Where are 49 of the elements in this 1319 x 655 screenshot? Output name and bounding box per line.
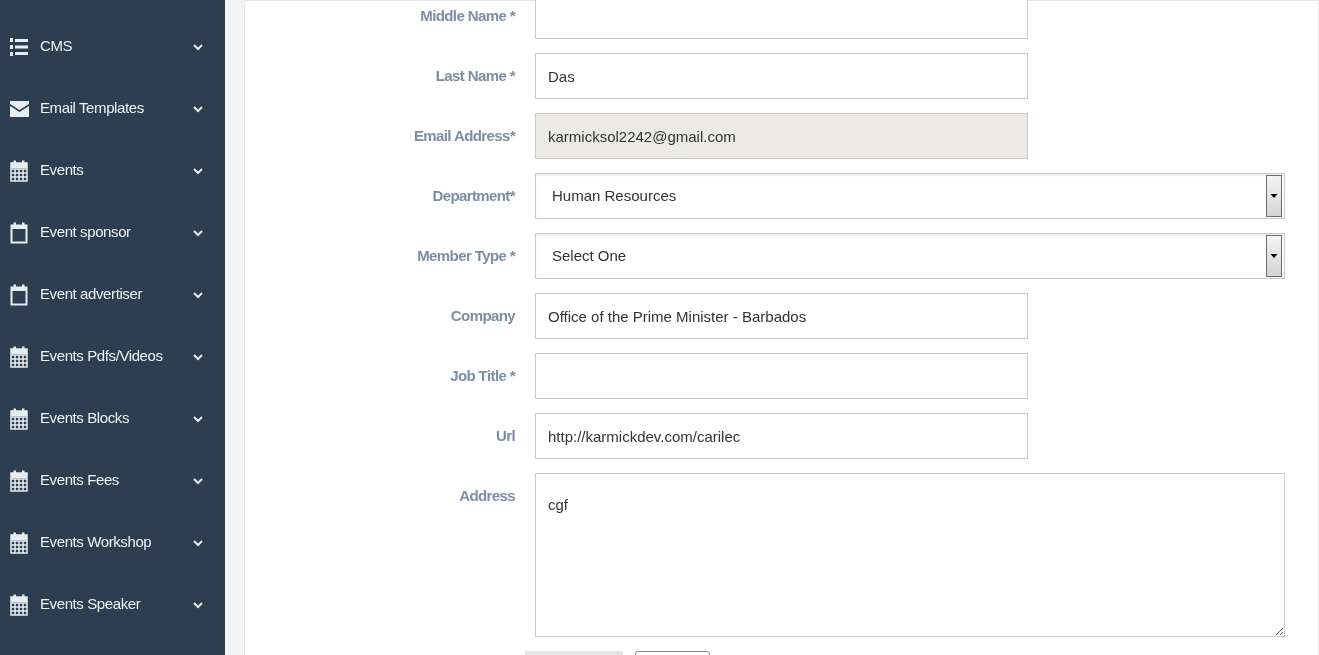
sidebar-item[interactable]: Events Blocks: [0, 388, 225, 450]
dropdown-field[interactable]: Human Resources: [535, 173, 1285, 219]
field-label: Member Type *: [416, 245, 515, 266]
chevron-down-icon: [193, 229, 203, 237]
field-label: Middle Name *: [419, 5, 515, 26]
address-textarea[interactable]: cgf: [535, 473, 1285, 637]
calendar-icon: [10, 222, 28, 244]
field-label: Job Title *: [449, 365, 515, 386]
field-label: Url: [494, 425, 515, 446]
sidebar-item[interactable]: Events Speaker: [0, 574, 225, 636]
calendar-icon: [10, 408, 28, 430]
sidebar-item[interactable]: Events Fees: [0, 450, 225, 512]
numbered-list-icon: [10, 37, 28, 57]
field-label: Company: [449, 305, 515, 326]
dropdown-caret-icon[interactable]: [1266, 235, 1282, 277]
sidebar-item[interactable]: Event sponsor: [0, 202, 225, 264]
text-field[interactable]: [535, 0, 1028, 39]
field-label: Email Address*: [412, 125, 515, 146]
envelope-icon: [10, 101, 29, 117]
sidebar-item[interactable]: Email Templates: [0, 78, 225, 140]
sidebar-item[interactable]: Events: [0, 140, 225, 202]
sidebar-item[interactable]: Event advertiser: [0, 264, 225, 326]
calendar-icon: [10, 532, 28, 554]
chevron-down-icon: [193, 105, 203, 113]
field-label: Address: [458, 486, 515, 506]
chevron-down-icon: [193, 353, 203, 361]
text-field[interactable]: [535, 353, 1028, 399]
dropdown-field[interactable]: Select One: [535, 233, 1285, 279]
chevron-down-icon: [193, 167, 203, 175]
field-label: Department*: [431, 185, 515, 206]
text-field[interactable]: Office of the Prime Minister - Barbados: [535, 293, 1028, 339]
chevron-down-icon: [193, 601, 203, 609]
calendar-icon: [10, 470, 28, 492]
chevron-down-icon: [193, 291, 203, 299]
calendar-icon: [10, 160, 28, 182]
sidebar-item[interactable]: Events Workshop: [0, 512, 225, 574]
calendar-icon: [10, 346, 28, 368]
chevron-down-icon: [193, 477, 203, 485]
text-field[interactable]: Das: [535, 53, 1028, 99]
chevron-down-icon: [193, 43, 203, 51]
sidebar-item[interactable]: Events Pdfs/Videos: [0, 326, 225, 388]
chevron-down-icon: [193, 539, 203, 547]
chevron-down-icon: [193, 415, 203, 423]
calendar-icon: [10, 594, 28, 616]
field-label: Last Name *: [434, 65, 515, 86]
text-field[interactable]: http://karmickdev.com/carilec: [535, 413, 1028, 459]
calendar-icon: [10, 284, 28, 306]
sidebar-item[interactable]: CMS: [0, 16, 225, 78]
dropdown-caret-icon[interactable]: [1266, 175, 1282, 217]
